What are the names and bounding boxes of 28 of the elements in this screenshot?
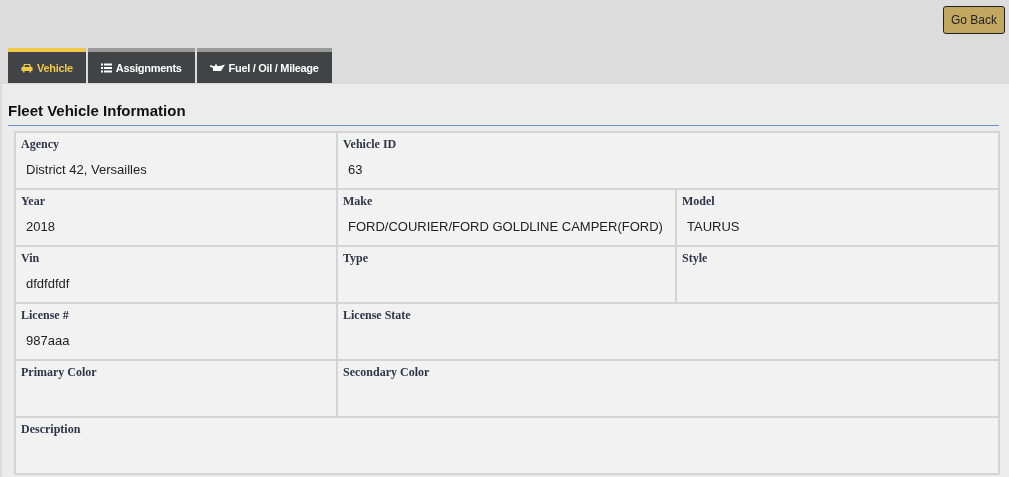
field-value: District 42, Versailles <box>26 162 148 177</box>
field-label: Secondary Color <box>343 365 431 380</box>
field-label: License State <box>343 308 412 323</box>
field-label: Make <box>343 194 374 209</box>
field-label: Description <box>21 422 82 437</box>
section-title: Fleet Vehicle Information <box>8 84 999 126</box>
field-value: 63 <box>348 162 364 177</box>
field-label: License # <box>21 308 70 323</box>
car-icon <box>21 62 33 73</box>
field-label: Agency <box>21 137 60 152</box>
field-label: Year <box>21 194 46 209</box>
field-value: dfdfdfdf <box>26 276 71 291</box>
field-label: Type <box>343 251 370 266</box>
field-value: 987aaa <box>26 333 71 348</box>
oil-can-icon <box>209 63 225 72</box>
go-back-button[interactable]: Go Back <box>942 6 1005 34</box>
tab[interactable]: Vehicle <box>8 48 86 83</box>
field-label: Primary Color <box>21 365 98 380</box>
field-label: Vin <box>21 251 41 266</box>
field-label: Style <box>682 251 709 266</box>
list-icon <box>100 62 112 73</box>
field-value: TAURUS <box>687 219 741 234</box>
field-label: Vehicle ID <box>343 137 398 152</box>
field-label: Model <box>682 194 716 209</box>
field-value: FORD/COURIER/FORD GOLDLINE CAMPER(FORD) <box>348 219 664 234</box>
tab[interactable]: Assignments <box>87 48 195 83</box>
tab[interactable]: Fuel / Oil / Mileage <box>196 48 332 83</box>
field-value: 2018 <box>26 219 56 234</box>
